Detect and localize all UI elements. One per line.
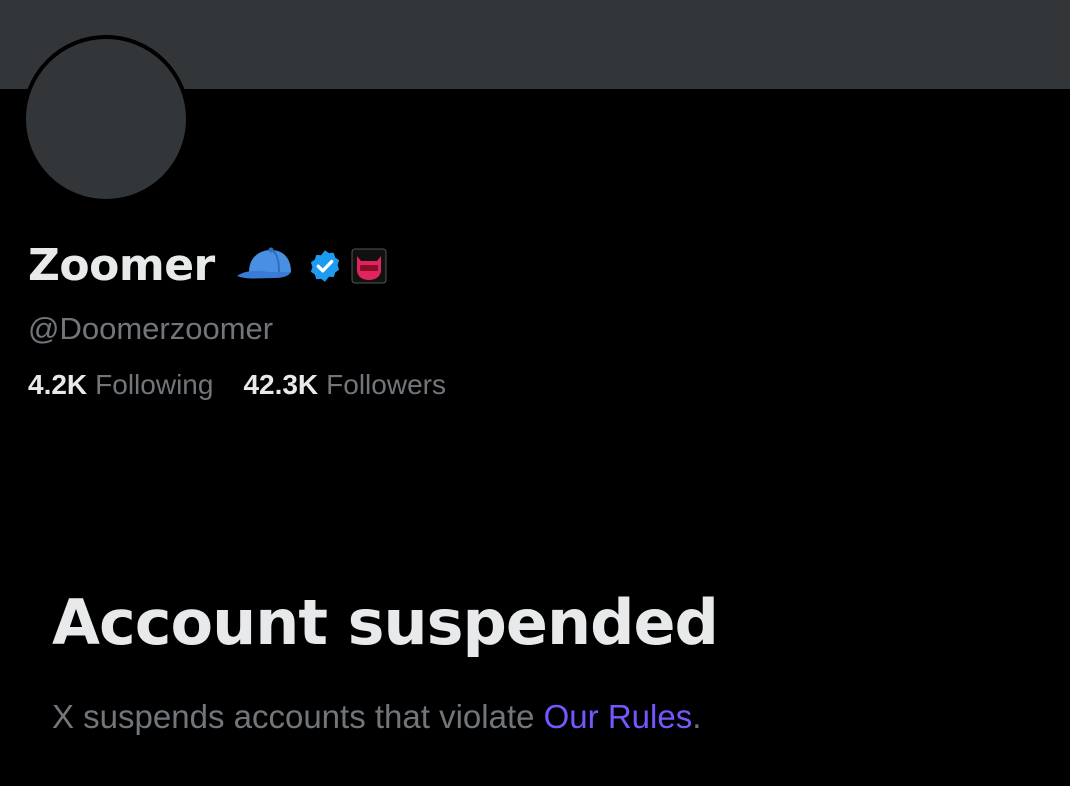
- profile-stats: 4.2K Following 42.3K Followers: [28, 367, 446, 403]
- avatar[interactable]: [22, 35, 190, 203]
- display-name: Zoomer: [28, 240, 215, 291]
- verified-badge-icon: [307, 248, 343, 284]
- following-count: 4.2K: [28, 369, 88, 400]
- following-label: Following: [95, 369, 214, 400]
- following-stat[interactable]: 4.2K Following: [28, 367, 213, 403]
- suspension-title: Account suspended: [52, 586, 719, 659]
- followers-label: Followers: [326, 369, 446, 400]
- affiliate-badge-icon: [351, 248, 387, 284]
- blue-cap-icon: [235, 246, 297, 286]
- profile-name-row: Zoomer: [28, 238, 387, 294]
- profile-handle: @Doomerzoomer: [28, 311, 274, 346]
- our-rules-link[interactable]: Our Rules: [544, 698, 693, 735]
- suspension-message-period: .: [692, 698, 702, 735]
- followers-stat[interactable]: 42.3K Followers: [243, 367, 446, 403]
- followers-count: 42.3K: [243, 369, 319, 400]
- suspension-message-text: X suspends accounts that violate: [52, 698, 535, 735]
- suspension-message: X suspends accounts that violate Our Rul…: [52, 696, 701, 739]
